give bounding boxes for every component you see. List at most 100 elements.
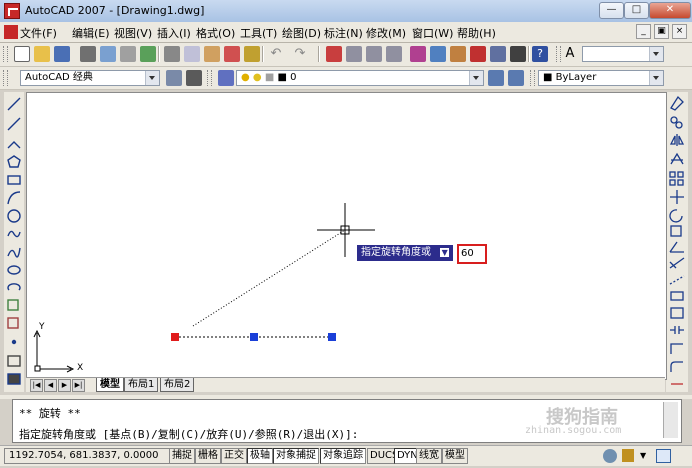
tab-layout2[interactable]: 布局2 bbox=[160, 378, 195, 392]
paste-icon[interactable] bbox=[204, 46, 220, 62]
extend-icon[interactable] bbox=[669, 275, 685, 285]
snap-toggle[interactable]: 捕捉 bbox=[169, 448, 195, 464]
gradient-icon[interactable] bbox=[7, 373, 21, 385]
point-icon[interactable] bbox=[11, 339, 17, 345]
mdi-minimize-button[interactable]: _ bbox=[636, 24, 651, 39]
save-workspace-icon[interactable] bbox=[186, 70, 202, 86]
match-properties-icon[interactable] bbox=[224, 46, 240, 62]
fillet-icon[interactable] bbox=[670, 361, 683, 372]
last-tab-button[interactable]: ▶| bbox=[72, 379, 85, 392]
minimize-button[interactable]: — bbox=[599, 2, 624, 19]
menu-edit[interactable]: 编辑(E) bbox=[72, 25, 110, 41]
block-editor-icon[interactable] bbox=[244, 46, 260, 62]
lock-toolbar-icon[interactable] bbox=[622, 449, 634, 462]
drawing-area[interactable]: Y X bbox=[26, 92, 667, 380]
prev-tab-button[interactable]: ◀ bbox=[44, 379, 57, 392]
hatch-icon[interactable] bbox=[7, 355, 21, 367]
3d-dwf-icon[interactable] bbox=[140, 46, 156, 62]
make-block-icon[interactable] bbox=[7, 317, 19, 329]
chamfer-icon[interactable] bbox=[670, 343, 683, 354]
menu-window[interactable]: 窗口(W) bbox=[412, 25, 453, 41]
toolbar-grip[interactable] bbox=[3, 46, 8, 62]
polyline-icon[interactable] bbox=[7, 141, 21, 149]
open-icon[interactable] bbox=[34, 46, 50, 62]
break-at-point-icon[interactable] bbox=[670, 291, 684, 301]
trim-icon[interactable] bbox=[669, 257, 685, 269]
ortho-toggle[interactable]: 正交 bbox=[221, 448, 247, 464]
polygon-icon[interactable] bbox=[7, 155, 21, 168]
toolbar-grip[interactable] bbox=[530, 70, 535, 86]
print-icon[interactable] bbox=[80, 46, 96, 62]
properties-icon[interactable] bbox=[410, 46, 426, 62]
ellipse-icon[interactable] bbox=[7, 265, 21, 275]
offset-icon[interactable] bbox=[670, 152, 684, 165]
layer-properties-icon[interactable] bbox=[218, 70, 234, 86]
document-icon[interactable] bbox=[4, 25, 18, 39]
menu-dimension[interactable]: 标注(N) bbox=[324, 25, 363, 41]
close-button[interactable]: ✕ bbox=[649, 2, 691, 19]
workspace-settings-icon[interactable] bbox=[166, 70, 182, 86]
coordinate-display[interactable]: 1192.7054, 681.3837, 0.0000 bbox=[4, 448, 170, 464]
move-icon[interactable] bbox=[670, 190, 684, 204]
menu-modify[interactable]: 修改(M) bbox=[366, 25, 406, 41]
plot-preview-icon[interactable] bbox=[100, 46, 116, 62]
tool-palettes-icon[interactable] bbox=[450, 46, 466, 62]
layer-combo[interactable]: ● ● ■ ■ 0 bbox=[236, 70, 484, 86]
text-style-combo[interactable] bbox=[582, 46, 664, 62]
base-grip-selected[interactable] bbox=[171, 333, 179, 341]
line-icon[interactable] bbox=[7, 97, 21, 111]
toolbar-grip[interactable] bbox=[207, 70, 212, 86]
publish-icon[interactable] bbox=[120, 46, 136, 62]
osnap-toggle[interactable]: 对象捕捉 bbox=[273, 448, 319, 464]
toolbar-grip[interactable] bbox=[556, 46, 561, 62]
tab-model[interactable]: 模型 bbox=[96, 378, 124, 392]
sheet-set-icon[interactable] bbox=[470, 46, 486, 62]
array-icon[interactable] bbox=[669, 171, 676, 178]
construction-line-icon[interactable] bbox=[7, 117, 21, 131]
tab-layout1[interactable]: 布局1 bbox=[124, 378, 159, 392]
next-tab-button[interactable]: ▶ bbox=[58, 379, 71, 392]
markup-icon[interactable] bbox=[490, 46, 506, 62]
lineweight-toggle[interactable]: 线宽 bbox=[416, 448, 442, 464]
autocad-app-icon[interactable] bbox=[4, 3, 20, 19]
grid-toggle[interactable]: 栅格 bbox=[195, 448, 221, 464]
rotate-icon[interactable] bbox=[669, 209, 683, 223]
first-tab-button[interactable]: |◀ bbox=[30, 379, 43, 392]
clean-screen-icon[interactable] bbox=[656, 449, 671, 463]
status-menu-arrow-icon[interactable]: ▼ bbox=[640, 449, 650, 462]
menu-help[interactable]: 帮助(H) bbox=[457, 25, 496, 41]
color-control-combo[interactable]: ■ ByLayer bbox=[538, 70, 664, 86]
menu-file[interactable]: 文件(F) bbox=[20, 25, 57, 41]
calculator-icon[interactable] bbox=[510, 46, 526, 62]
scale-icon[interactable] bbox=[670, 225, 682, 237]
workspace-combo[interactable]: AutoCAD 经典 bbox=[20, 70, 160, 86]
redo-icon[interactable]: ↷ bbox=[292, 46, 308, 62]
join-icon[interactable] bbox=[670, 326, 684, 334]
mid-grip[interactable] bbox=[250, 333, 258, 341]
model-paper-toggle[interactable]: 模型 bbox=[442, 448, 468, 464]
toolbar-grip[interactable] bbox=[3, 70, 8, 86]
arc-icon[interactable] bbox=[7, 191, 21, 205]
copy-icon[interactable] bbox=[184, 46, 200, 62]
mdi-close-button[interactable]: × bbox=[672, 24, 687, 39]
spline-icon[interactable] bbox=[7, 247, 21, 258]
down-arrow-icon[interactable]: ▼ bbox=[440, 248, 450, 257]
design-center-icon[interactable] bbox=[430, 46, 446, 62]
mirror-icon[interactable] bbox=[669, 134, 685, 146]
undo-icon[interactable]: ↶ bbox=[268, 46, 284, 62]
cut-icon[interactable] bbox=[164, 46, 180, 62]
copy-object-icon[interactable] bbox=[670, 116, 678, 124]
new-icon[interactable] bbox=[14, 46, 30, 62]
end-grip[interactable] bbox=[328, 333, 336, 341]
maximize-button[interactable]: □ bbox=[624, 2, 649, 19]
menu-view[interactable]: 视图(V) bbox=[114, 25, 152, 41]
save-icon[interactable] bbox=[54, 46, 70, 62]
menu-insert[interactable]: 插入(I) bbox=[157, 25, 191, 41]
help-icon[interactable]: ? bbox=[532, 46, 548, 62]
communication-center-icon[interactable] bbox=[603, 449, 617, 463]
circle-icon[interactable] bbox=[7, 209, 21, 223]
layer-previous-icon[interactable] bbox=[508, 70, 524, 86]
erase-icon[interactable] bbox=[670, 95, 684, 111]
revision-cloud-icon[interactable] bbox=[7, 230, 21, 238]
command-scrollbar[interactable] bbox=[663, 402, 678, 438]
